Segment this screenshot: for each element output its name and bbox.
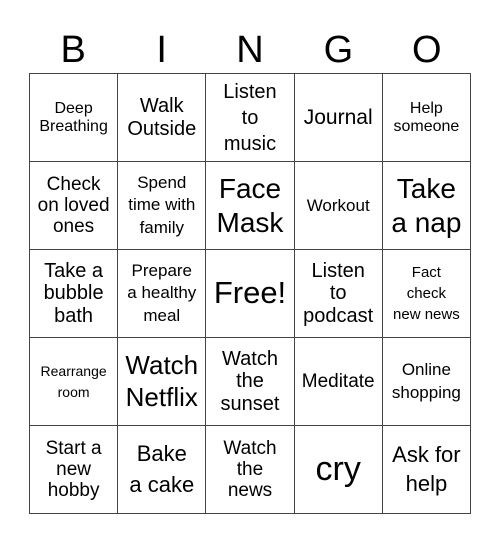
cell-text: cry [315,450,361,489]
cell-text: Bake a cake [129,440,195,497]
bingo-cell[interactable]: Listen to music [206,74,295,162]
cell-text: Spend time with family [128,173,196,237]
bingo-cell[interactable]: Meditate [294,338,383,426]
cell-text: Watch the news [223,437,277,502]
header-letter-o: O [412,29,442,71]
bingo-cell[interactable]: Online shopping [382,338,471,426]
bingo-cell[interactable]: Prepare a healthy meal [118,250,207,338]
header-letter-n: N [236,29,264,71]
bingo-cell[interactable]: Start a new hobby [30,426,119,514]
cell-text: Listen to music [223,80,277,155]
bingo-cell[interactable]: Watch Netflix [118,338,207,426]
header-letter-b: B [60,29,86,71]
cell-text: Online shopping [391,359,461,402]
cell-text: Workout [306,195,370,215]
bingo-cell[interactable]: Fact check new news [382,250,471,338]
header-letter-i: I [156,29,167,71]
bingo-cell[interactable]: Journal [294,74,383,162]
bingo-grid: Deep Breathing Walk Outside Listen to mu… [29,73,471,514]
bingo-cell[interactable]: Watch the sunset [206,338,295,426]
cell-text: Ask for help [392,441,461,496]
cell-text: Prepare a healthy meal [127,261,197,325]
bingo-cell[interactable]: Take a nap [382,162,471,250]
bingo-cell[interactable]: Check on loved ones [30,162,119,250]
cell-text: Watch Netflix [125,350,199,412]
cell-text: Walk Outside [127,95,197,140]
bingo-cell[interactable]: Rearrange room [30,338,119,426]
bingo-header: B I N G O [29,28,471,73]
cell-text: Face Mask [216,172,284,238]
bingo-cell[interactable]: Walk Outside [118,74,207,162]
bingo-cell[interactable]: Spend time with family [118,162,207,250]
cell-text: Take a nap [391,172,462,238]
bingo-cell[interactable]: Workout [294,162,383,250]
cell-text: Journal [303,105,373,129]
bingo-cell[interactable]: Free! [206,250,295,338]
bingo-cell[interactable]: Face Mask [206,162,295,250]
cell-text: Check on loved ones [37,173,110,238]
bingo-cell[interactable]: Listen to podcast [294,250,383,338]
bingo-cell[interactable]: cry [294,426,383,514]
cell-text: Free! [213,275,287,311]
bingo-cell[interactable]: Watch the news [206,426,295,514]
cell-text: Start a new hobby [45,437,102,502]
bingo-cell[interactable]: Take a bubble bath [30,250,119,338]
bingo-cell[interactable]: Help someone [382,74,471,162]
cell-text: Fact check new news [393,264,460,323]
header-letter-g: G [323,29,354,71]
cell-text: Meditate [301,370,375,392]
cell-text: Listen to podcast [303,259,374,327]
bingo-cell[interactable]: Ask for help [382,426,471,514]
cell-text: Watch the sunset [220,347,280,415]
cell-text: Deep Breathing [39,99,108,135]
cell-text: Rearrange room [40,363,107,400]
bingo-cell[interactable]: Deep Breathing [30,74,119,162]
cell-text: Take a bubble bath [43,259,104,327]
cell-text: Help someone [393,99,460,135]
bingo-cell[interactable]: Bake a cake [118,426,207,514]
